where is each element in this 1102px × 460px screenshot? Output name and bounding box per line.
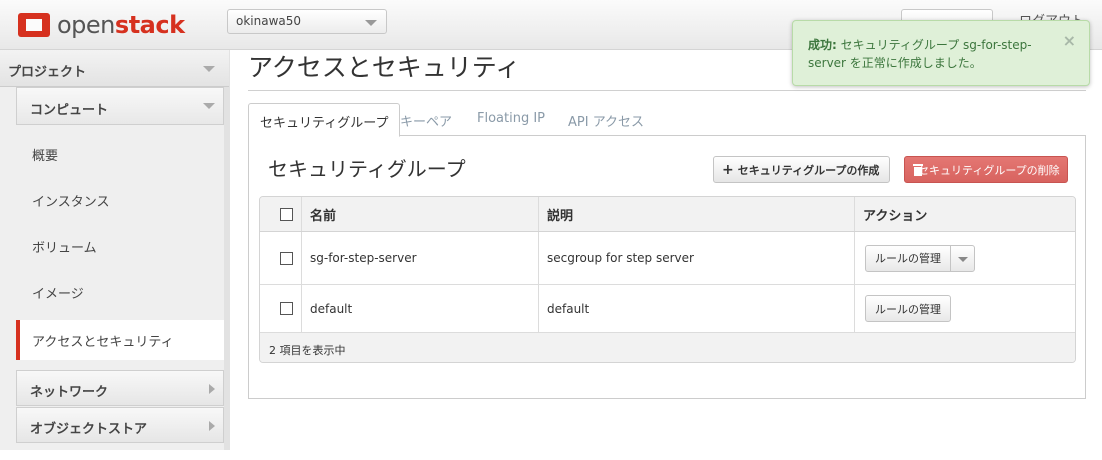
tab-bar: セキュリティグループ キーペア Floating IP API アクセス <box>248 103 1086 137</box>
sidebar-item-images[interactable]: イメージ <box>16 272 224 312</box>
row-checkbox[interactable] <box>280 302 293 315</box>
row-name: sg-for-step-server <box>310 251 417 265</box>
tab-keypairs[interactable]: キーペア <box>389 103 463 136</box>
chevron-down-icon <box>365 20 377 26</box>
row-checkbox-cell <box>265 232 293 284</box>
create-security-group-button[interactable]: + セキュリティグループの作成 <box>713 156 890 183</box>
tab-floating-ip[interactable]: Floating IP <box>466 103 556 136</box>
column-header-name[interactable]: 名前 <box>301 197 336 231</box>
section-title: セキュリティグループ <box>268 157 466 181</box>
delete-security-group-button[interactable]: セキュリティグループの削除 <box>904 156 1068 183</box>
sidebar-network-header[interactable]: ネットワーク <box>16 370 224 406</box>
tab-security-groups[interactable]: セキュリティグループ <box>248 103 401 137</box>
divider <box>854 232 855 284</box>
delete-button-label: セキュリティグループの削除 <box>918 163 1060 177</box>
chevron-down-icon <box>203 103 215 109</box>
column-header-actions: アクション <box>863 208 928 224</box>
sidebar-item-volumes[interactable]: ボリューム <box>16 226 224 266</box>
sidebar-item-instances[interactable]: インスタンス <box>16 180 224 220</box>
row-description: secgroup for step server <box>547 251 694 265</box>
alert-prefix: 成功: <box>808 38 837 52</box>
openstack-logo-icon <box>18 13 50 37</box>
sidebar: プロジェクト コンピュート 概要 インスタンス ボリューム イメージ アクセスと… <box>0 50 230 450</box>
sidebar-network-label: ネットワーク <box>30 385 109 400</box>
table-row: sg-for-step-server secgroup for step ser… <box>260 232 1075 285</box>
create-button-label: セキュリティグループの作成 <box>737 163 880 177</box>
security-groups-table: 名前 説明 アクション sg-for-step-server secgroup … <box>259 196 1076 363</box>
sidebar-item-overview[interactable]: 概要 <box>16 134 224 174</box>
manage-rules-button[interactable]: ルールの管理 <box>866 250 950 266</box>
logo-text: openstack <box>57 11 185 39</box>
select-all-checkbox[interactable] <box>280 207 293 221</box>
chevron-right-icon <box>209 384 215 394</box>
select-all-checkbox-cell <box>265 197 293 231</box>
sidebar-compute-label: コンピュート <box>30 103 109 118</box>
sidebar-item-access-security[interactable]: アクセスとセキュリティ <box>16 320 224 360</box>
tab-api-access[interactable]: API アクセス <box>557 103 655 136</box>
close-icon[interactable]: × <box>1063 32 1076 50</box>
manage-rules-split-button: ルールの管理 <box>865 244 975 272</box>
alert-message: セキュリティグループ sg-for-step-server を正常に作成しました… <box>808 38 1032 70</box>
row-actions: ルールの管理 <box>856 285 951 332</box>
chevron-down-icon <box>958 256 968 262</box>
chevron-down-icon <box>203 66 215 72</box>
project-select[interactable]: okinawa50 <box>227 9 387 34</box>
table-header: 名前 説明 アクション <box>260 197 1075 232</box>
success-alert: 成功: セキュリティグループ sg-for-step-server を正常に作成… <box>792 20 1090 86</box>
divider <box>248 90 1086 91</box>
project-select-value: okinawa50 <box>236 14 302 28</box>
sidebar-object-store-label: オブジェクトストア <box>30 422 148 437</box>
action-dropdown-toggle[interactable] <box>950 245 974 271</box>
table-row: default default ルールの管理 <box>260 285 1075 333</box>
plus-icon: + <box>722 161 734 178</box>
row-checkbox-cell <box>265 285 293 332</box>
manage-rules-label: ルールの管理 <box>875 302 941 316</box>
row-actions: ルールの管理 <box>856 232 975 284</box>
sidebar-project-label: プロジェクト <box>8 65 87 80</box>
sidebar-project-header[interactable]: プロジェクト <box>0 50 229 87</box>
openstack-logo[interactable]: openstack <box>17 11 185 39</box>
manage-rules-button[interactable]: ルールの管理 <box>865 295 951 322</box>
page-title: アクセスとセキュリティ <box>248 53 521 82</box>
row-name: default <box>310 301 353 316</box>
divider <box>854 285 855 332</box>
row-description: default <box>547 301 590 316</box>
table-footer-count: 2 項目を表示中 <box>260 333 1075 362</box>
column-header-description[interactable]: 説明 <box>538 197 573 231</box>
sidebar-compute-header[interactable]: コンピュート <box>16 87 224 125</box>
chevron-right-icon <box>209 421 215 431</box>
sidebar-object-store-header[interactable]: オブジェクトストア <box>16 407 224 443</box>
row-checkbox[interactable] <box>280 251 293 265</box>
